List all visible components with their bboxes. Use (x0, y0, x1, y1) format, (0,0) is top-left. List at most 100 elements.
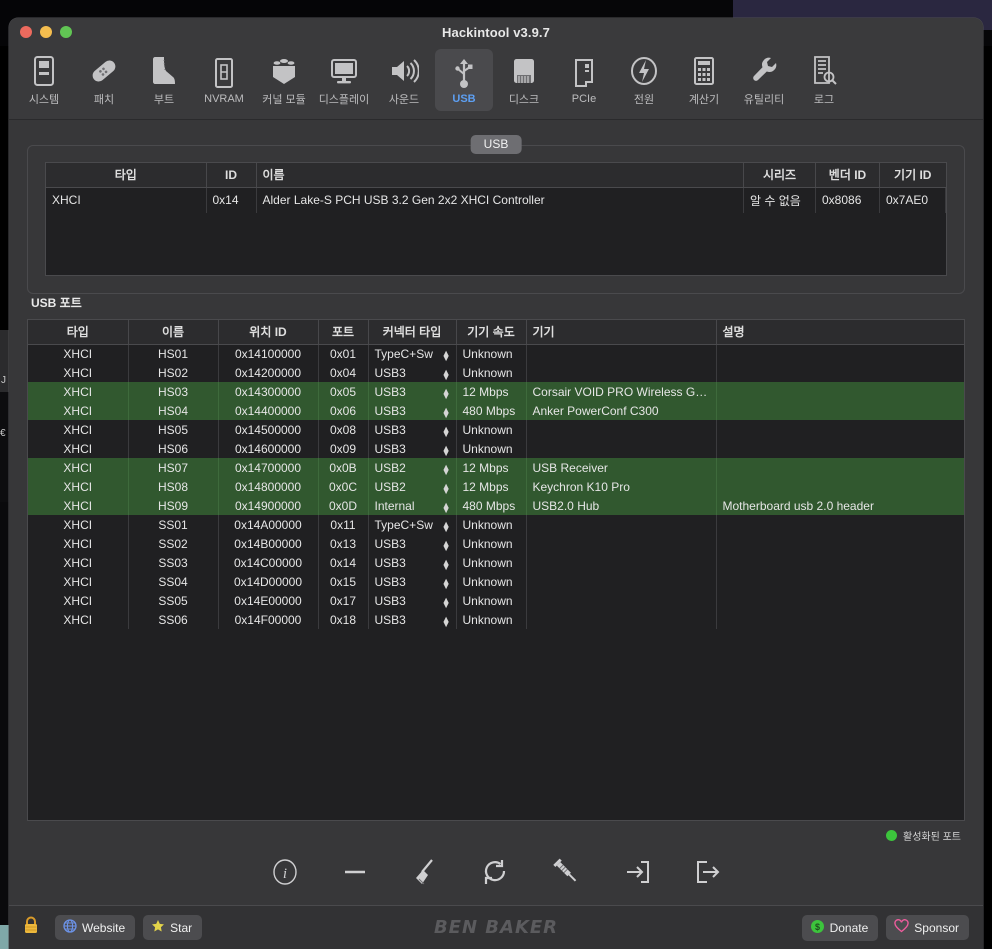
cell-comment[interactable] (716, 553, 964, 572)
minus-icon[interactable] (341, 858, 369, 886)
table-row[interactable]: XHCI HS09 0x14900000 0x0D Internal ▲ ▼ 480 Mbps… (28, 496, 964, 515)
connector-stepper[interactable]: ▲ ▼ (442, 481, 451, 495)
table-row[interactable]: XHCI HS03 0x14300000 0x05 USB3 ▲ ▼ 12 Mbps Corsa… (28, 382, 964, 401)
col-id[interactable]: ID (206, 163, 257, 188)
star-button[interactable]: Star (143, 915, 203, 940)
col-type[interactable]: 타입 (28, 320, 129, 345)
toolbar-item-boot[interactable]: 부트 (135, 49, 193, 111)
usb-controller-table[interactable]: 타입 ID 이름 시리즈 벤더 ID 기기 ID XHCI 0x14 Alder (45, 162, 947, 276)
donate-button[interactable]: $ Donate (801, 914, 879, 941)
connector-stepper[interactable]: ▲ ▼ (442, 443, 451, 457)
table-row[interactable]: XHCI HS08 0x14800000 0x0C USB2 ▲ ▼ 12 Mbps Keych… (28, 477, 964, 496)
table-row[interactable]: XHCI SS05 0x14E00000 0x17 USB3 ▲ ▼ Unknown (28, 591, 964, 610)
cell-connector[interactable]: TypeC+Sw ▲ ▼ (368, 344, 457, 363)
cell-connector[interactable]: USB3 ▲ ▼ (368, 439, 457, 458)
toolbar-item-calculator[interactable]: 계산기 (675, 49, 733, 111)
toolbar-item-system[interactable]: 시스템 (15, 49, 73, 111)
cell-connector[interactable]: USB3 ▲ ▼ (368, 534, 457, 553)
toolbar-item-patch[interactable]: 패치 (75, 49, 133, 111)
cell-comment[interactable] (716, 344, 964, 363)
close-button[interactable] (20, 26, 32, 38)
cell-comment[interactable] (716, 572, 964, 591)
col-series[interactable]: 시리즈 (743, 163, 816, 188)
info-circle-icon[interactable]: i (271, 858, 299, 886)
connector-stepper[interactable]: ▲ ▼ (442, 367, 451, 381)
broom-icon[interactable] (411, 857, 439, 887)
export-icon[interactable] (693, 858, 721, 886)
connector-stepper[interactable]: ▲ ▼ (442, 348, 451, 362)
cell-connector[interactable]: USB2 ▲ ▼ (368, 477, 457, 496)
col-type[interactable]: 타입 (46, 163, 207, 188)
table-row[interactable]: XHCI HS07 0x14700000 0x0B USB2 ▲ ▼ 12 Mbps USB R… (28, 458, 964, 477)
table-row[interactable]: XHCI SS01 0x14A00000 0x11 TypeC+Sw ▲ ▼ Unknown (28, 515, 964, 534)
table-row[interactable]: XHCI SS04 0x14D00000 0x15 USB3 ▲ ▼ Unknown (28, 572, 964, 591)
cell-comment[interactable] (716, 401, 964, 420)
col-name[interactable]: 이름 (128, 320, 219, 345)
cell-comment[interactable] (716, 420, 964, 439)
cell-connector[interactable]: USB3 ▲ ▼ (368, 591, 457, 610)
website-button[interactable]: Website (55, 915, 136, 940)
cell-comment[interactable]: Motherboard usb 2.0 header (716, 496, 964, 515)
connector-stepper[interactable]: ▲ ▼ (442, 519, 451, 533)
syringe-icon[interactable] (551, 857, 581, 887)
cell-connector[interactable]: USB2 ▲ ▼ (368, 458, 457, 477)
cell-connector[interactable]: USB3 ▲ ▼ (368, 363, 457, 382)
toolbar-item-power[interactable]: 전원 (615, 49, 673, 111)
col-connector[interactable]: 커넥터 타입 (368, 320, 457, 345)
toolbar-item-nvram[interactable]: NVRAM (195, 49, 253, 111)
table-row[interactable]: XHCI HS05 0x14500000 0x08 USB3 ▲ ▼ Unknown (28, 420, 964, 439)
table-row[interactable]: XHCI HS06 0x14600000 0x09 USB3 ▲ ▼ Unknown (28, 439, 964, 458)
cell-connector[interactable]: Internal ▲ ▼ (368, 496, 457, 515)
connector-stepper[interactable]: ▲ ▼ (442, 538, 451, 552)
cell-comment[interactable] (716, 610, 964, 629)
table-row[interactable]: XHCI SS02 0x14B00000 0x13 USB3 ▲ ▼ Unknown (28, 534, 964, 553)
col-vendor-id[interactable]: 벤더 ID (815, 163, 880, 188)
col-speed[interactable]: 기기 속도 (456, 320, 527, 345)
cell-comment[interactable] (716, 439, 964, 458)
toolbar-item-usb[interactable]: USB (435, 49, 493, 111)
refresh-icon[interactable] (481, 858, 509, 886)
usb-group-tab[interactable]: USB (470, 135, 522, 154)
zoom-button[interactable] (60, 26, 72, 38)
cell-connector[interactable]: USB3 ▲ ▼ (368, 420, 457, 439)
import-icon[interactable] (623, 858, 651, 886)
lock-icon[interactable] (23, 916, 39, 939)
cell-connector[interactable]: USB3 ▲ ▼ (368, 553, 457, 572)
connector-stepper[interactable]: ▲ ▼ (442, 405, 451, 419)
cell-connector[interactable]: USB3 ▲ ▼ (368, 610, 457, 629)
toolbar-item-display[interactable]: 디스플레이 (315, 49, 373, 111)
col-device-id[interactable]: 기기 ID (879, 163, 946, 188)
toolbar-item-kernel-modules[interactable]: 커널 모듈 (255, 49, 313, 111)
toolbar-item-disk[interactable]: 디스크 (495, 49, 553, 111)
connector-stepper[interactable]: ▲ ▼ (442, 614, 451, 628)
table-row[interactable]: XHCI HS01 0x14100000 0x01 TypeC+Sw ▲ ▼ Unknown (28, 344, 964, 363)
table-row[interactable]: XHCI SS03 0x14C00000 0x14 USB3 ▲ ▼ Unknown (28, 553, 964, 572)
connector-stepper[interactable]: ▲ ▼ (442, 576, 451, 590)
cell-connector[interactable]: USB3 ▲ ▼ (368, 401, 457, 420)
col-name[interactable]: 이름 (256, 163, 744, 188)
connector-stepper[interactable]: ▲ ▼ (442, 500, 451, 514)
connector-stepper[interactable]: ▲ ▼ (442, 557, 451, 571)
usb-ports-table[interactable]: 타입 이름 위치 ID 포트 커넥터 타입 기기 속도 기기 설명 XHCI HS… (27, 319, 965, 821)
cell-comment[interactable] (716, 458, 964, 477)
col-location-id[interactable]: 위치 ID (218, 320, 319, 345)
col-device[interactable]: 기기 (526, 320, 717, 345)
cell-comment[interactable] (716, 477, 964, 496)
table-row[interactable]: XHCI HS02 0x14200000 0x04 USB3 ▲ ▼ Unknown (28, 363, 964, 382)
cell-comment[interactable] (716, 363, 964, 382)
col-port[interactable]: 포트 (318, 320, 369, 345)
cell-comment[interactable] (716, 591, 964, 610)
connector-stepper[interactable]: ▲ ▼ (442, 462, 451, 476)
minimize-button[interactable] (40, 26, 52, 38)
cell-connector[interactable]: USB3 ▲ ▼ (368, 382, 457, 401)
toolbar-item-utilities[interactable]: 유틸리티 (735, 49, 793, 111)
toolbar-item-log[interactable]: 로그 (795, 49, 853, 111)
cell-connector[interactable]: USB3 ▲ ▼ (368, 572, 457, 591)
cell-comment[interactable] (716, 382, 964, 401)
cell-comment[interactable] (716, 534, 964, 553)
toolbar-item-pcie[interactable]: PCIe (555, 49, 613, 111)
sponsor-button[interactable]: Sponsor (886, 915, 969, 940)
connector-stepper[interactable]: ▲ ▼ (442, 595, 451, 609)
cell-comment[interactable] (716, 515, 964, 534)
col-comment[interactable]: 설명 (716, 320, 964, 345)
